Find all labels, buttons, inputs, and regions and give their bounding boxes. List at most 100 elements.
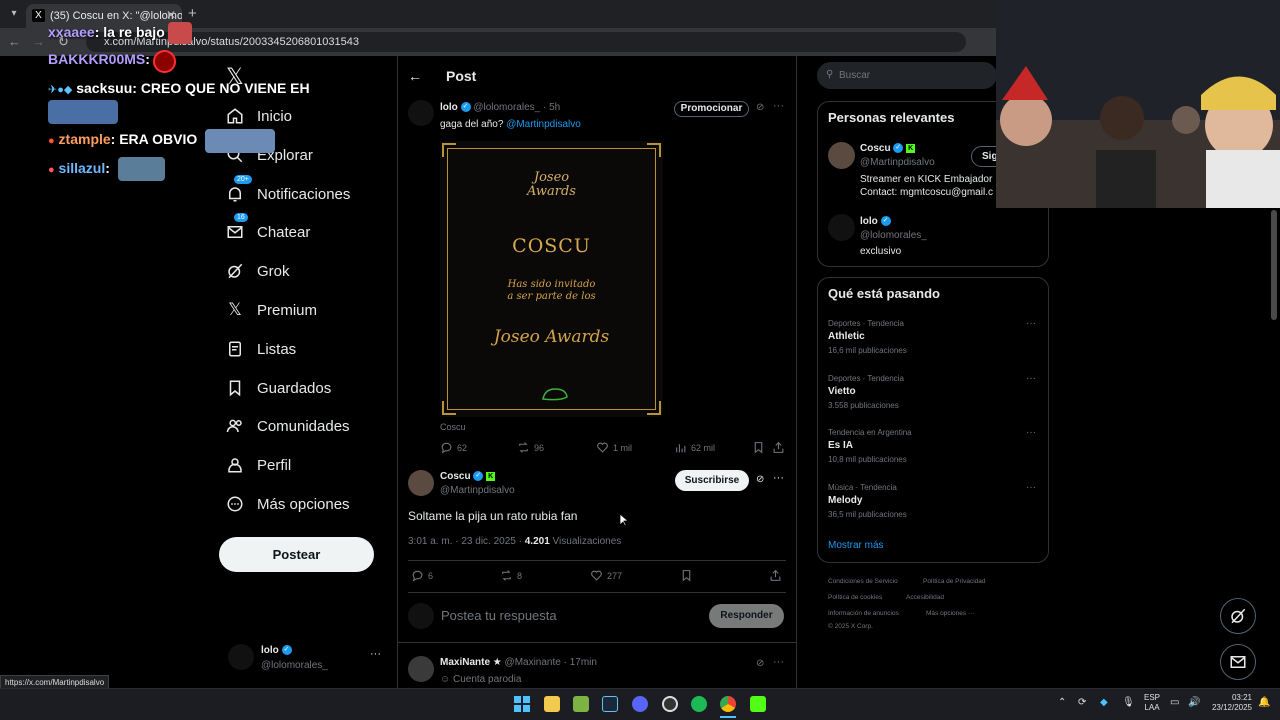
more-icon[interactable]: ··· <box>773 656 784 668</box>
discord-icon[interactable] <box>632 696 648 712</box>
scrollbar-thumb[interactable] <box>1271 210 1277 320</box>
analytics-icon <box>676 444 686 453</box>
footer-link[interactable]: Política de cookies <box>828 594 882 601</box>
trend-name[interactable]: Es IA <box>828 440 853 451</box>
more-icon[interactable]: ··· <box>773 472 784 484</box>
trend-name[interactable]: Athletic <box>828 331 865 342</box>
trend-name[interactable]: Melody <box>828 495 862 506</box>
grok-icon[interactable]: ⊘ <box>756 102 764 113</box>
back-arrow-icon[interactable]: ← <box>8 34 21 49</box>
promote-button[interactable]: Promocionar <box>674 101 749 117</box>
clock[interactable]: 03:21 23/12/2025 <box>1206 693 1252 713</box>
avatar[interactable] <box>408 470 434 496</box>
account-switcher[interactable]: lolo ✓ @lolomorales_ ··· <box>228 642 388 674</box>
steam-icon[interactable] <box>602 696 618 712</box>
avatar[interactable] <box>828 142 855 169</box>
trend-count: 16,6 mil publicaciones <box>828 346 907 355</box>
post-timestamp[interactable]: 3:01 a. m. · 23 dic. 2025 · <box>408 536 522 547</box>
author-name[interactable]: Coscu <box>440 471 471 482</box>
post-time[interactable]: · 5h <box>543 102 560 113</box>
volume-icon[interactable]: 🔊 <box>1188 697 1200 708</box>
nav-item-notificaciones[interactable]: 20+ Notificaciones <box>224 175 350 210</box>
more-icon[interactable]: ··· <box>1026 427 1036 438</box>
tab-search-icon[interactable]: ▾ <box>6 6 22 22</box>
microphone-icon[interactable]: 🎙 <box>1122 697 1135 708</box>
nav-item-listas[interactable]: Listas <box>224 333 296 365</box>
more-icon[interactable]: ··· <box>773 100 784 112</box>
chrome-icon[interactable] <box>720 696 736 712</box>
new-tab-button[interactable]: + <box>188 5 197 22</box>
obs-icon[interactable] <box>662 696 678 712</box>
bookmark-action[interactable] <box>680 569 693 582</box>
nav-item-inicio[interactable]: Inicio <box>224 100 292 132</box>
shield-icon[interactable]: ◆ <box>1100 697 1108 708</box>
windows-start-icon[interactable] <box>514 696 530 712</box>
spotify-icon[interactable] <box>691 696 707 712</box>
footer-link[interactable]: Accesibilidad <box>906 594 944 601</box>
more-icon[interactable]: ··· <box>1026 482 1036 493</box>
bookmark-action[interactable] <box>752 441 765 454</box>
person-handle[interactable]: @lolomorales_ <box>860 230 927 241</box>
nav-item-mas-opciones[interactable]: Más opciones <box>224 488 350 520</box>
person-name[interactable]: Coscu <box>860 143 891 154</box>
minecraft-icon[interactable] <box>573 696 589 712</box>
grok-float-button[interactable] <box>1220 598 1256 634</box>
nav-item-chatear[interactable]: 16 Chatear <box>224 213 310 248</box>
forward-arrow-icon[interactable]: → <box>32 34 45 49</box>
post-button[interactable]: Postear <box>219 537 374 572</box>
subscribe-button[interactable]: Suscribirse <box>675 470 749 491</box>
close-tab-icon[interactable]: ✕ <box>166 8 176 22</box>
messages-float-button[interactable] <box>1220 644 1256 680</box>
file-explorer-icon[interactable] <box>544 696 560 712</box>
mention-link[interactable]: @Martinpdisalvo <box>506 119 581 130</box>
more-icon[interactable]: ··· <box>1026 318 1036 329</box>
address-bar[interactable]: x.com/Martinpdisalvo/status/200334520680… <box>86 32 966 52</box>
share-action[interactable] <box>772 441 785 454</box>
more-icon[interactable]: ··· <box>1026 373 1036 384</box>
author-handle[interactable]: @Martinpdisalvo <box>440 485 515 496</box>
show-more-link[interactable]: Mostrar más <box>828 540 884 551</box>
footer-link[interactable]: Información de anuncios <box>828 610 899 617</box>
footer-link[interactable]: Política de Privacidad <box>923 578 986 585</box>
avatar[interactable] <box>408 656 434 682</box>
person-name[interactable]: lolo <box>860 216 878 227</box>
network-icon[interactable]: ▭ <box>1170 697 1179 708</box>
avatar[interactable] <box>408 100 434 126</box>
kick-icon[interactable] <box>750 696 766 712</box>
language-indicator[interactable]: ESP LAA <box>1144 693 1160 713</box>
like-action[interactable]: 1 mil <box>596 441 632 454</box>
nav-item-comunidades[interactable]: Comunidades <box>224 410 350 442</box>
author-handle[interactable]: @Maxinante <box>505 657 561 668</box>
reply-button[interactable]: Responder <box>709 604 784 628</box>
trend-name[interactable]: Vietto <box>828 386 856 397</box>
footer-link[interactable]: Más opciones ··· <box>926 610 974 617</box>
tray-chevron-icon[interactable]: ⌃ <box>1058 697 1066 708</box>
nav-item-guardados[interactable]: Guardados <box>224 372 331 404</box>
like-action[interactable]: 277 <box>590 569 622 582</box>
reply-action[interactable]: 62 <box>440 441 467 454</box>
reply-action[interactable]: 6 <box>411 569 433 582</box>
nav-item-premium[interactable]: 𝕏 Premium <box>224 294 317 326</box>
post-image[interactable]: Joseo Awards COSCU Has sido invitado a ser… <box>440 141 663 417</box>
nav-item-perfil[interactable]: Perfil <box>224 449 291 481</box>
nav-item-grok[interactable]: Grok <box>224 255 290 287</box>
search-input[interactable]: Buscar <box>817 62 997 89</box>
sync-icon[interactable]: ⟳ <box>1078 697 1086 708</box>
author-name[interactable]: MaxiNante <box>440 657 490 668</box>
author-name[interactable]: lolo <box>440 102 458 113</box>
post-time[interactable]: · 17min <box>564 657 597 668</box>
views-action[interactable]: 62 mil <box>674 441 715 454</box>
author-handle[interactable]: @lolomorales_ <box>473 102 540 113</box>
grok-icon[interactable]: ⊘ <box>756 658 764 669</box>
repost-action[interactable]: 8 <box>500 569 522 582</box>
share-action[interactable] <box>769 569 782 582</box>
footer-link[interactable]: Condiciones de Servicio <box>828 578 898 585</box>
grok-icon[interactable]: ⊘ <box>756 474 764 485</box>
more-icon[interactable]: ··· <box>370 648 381 660</box>
avatar[interactable] <box>828 214 855 241</box>
person-handle[interactable]: @Martinpdisalvo <box>860 157 935 168</box>
reply-input[interactable]: Postea tu respuesta <box>441 608 557 623</box>
back-arrow-icon[interactable]: ← <box>408 68 422 84</box>
repost-action[interactable]: 96 <box>517 441 544 454</box>
notification-bell-icon[interactable]: 🔔 <box>1258 697 1270 708</box>
